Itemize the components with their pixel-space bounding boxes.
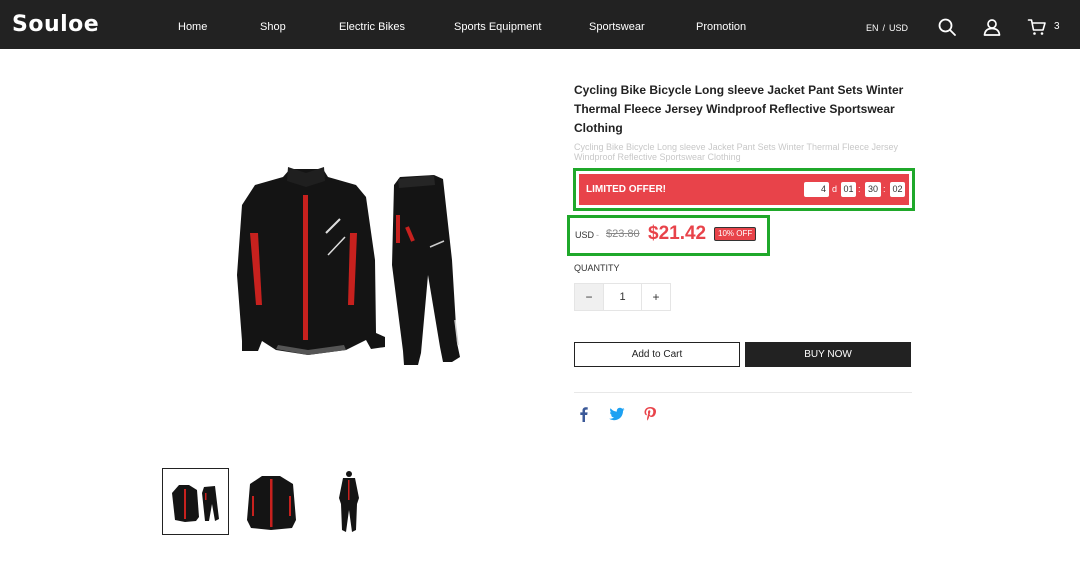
limited-offer-label: LIMITED OFFER! bbox=[586, 184, 666, 195]
nav-sports-equipment[interactable]: Sports Equipment bbox=[454, 20, 541, 34]
quantity-decrease-button[interactable]: − bbox=[574, 283, 604, 311]
countdown-seconds: 02 bbox=[890, 182, 905, 197]
countdown-days: 4 bbox=[804, 182, 829, 197]
price-highlight: USD - $23.80 $21.42 10% OFF bbox=[567, 215, 770, 256]
sale-price: $21.42 bbox=[648, 223, 707, 244]
countdown-days-unit: d bbox=[832, 184, 838, 194]
nav-shop[interactable]: Shop bbox=[260, 20, 286, 34]
limited-offer-banner: LIMITED OFFER! 4 d 01 : 30 : 02 bbox=[579, 174, 909, 205]
quantity-label: QUANTITY bbox=[574, 263, 620, 273]
thumbnail-set[interactable] bbox=[162, 468, 229, 535]
nav-promotion[interactable]: Promotion bbox=[696, 20, 746, 34]
store-logo[interactable]: Souloe bbox=[12, 13, 99, 37]
original-price: $23.80 bbox=[606, 228, 640, 240]
search-icon[interactable] bbox=[937, 17, 957, 37]
countdown-minutes: 30 bbox=[865, 182, 881, 197]
cart-icon[interactable] bbox=[1027, 17, 1047, 37]
price-dash: - bbox=[596, 230, 599, 240]
pinterest-icon[interactable] bbox=[642, 406, 658, 422]
language-label: EN bbox=[866, 23, 879, 33]
locale-separator: / bbox=[882, 23, 886, 33]
nav-sportswear[interactable]: Sportswear bbox=[589, 20, 645, 34]
countdown-hours: 01 bbox=[841, 182, 856, 197]
add-to-cart-button[interactable]: Add to Cart bbox=[574, 342, 740, 367]
nav-home[interactable]: Home bbox=[178, 20, 207, 34]
top-navigation-bar: Souloe Home Shop Electric Bikes Sports E… bbox=[0, 0, 1080, 49]
quantity-increase-button[interactable]: + bbox=[641, 283, 671, 311]
twitter-icon[interactable] bbox=[609, 406, 625, 422]
buy-now-button[interactable]: BUY NOW bbox=[745, 342, 911, 367]
limited-offer-highlight: LIMITED OFFER! 4 d 01 : 30 : 02 bbox=[573, 168, 915, 211]
discount-badge: 10% OFF bbox=[714, 227, 757, 241]
main-product-image bbox=[228, 155, 474, 375]
thumbnail-jacket[interactable] bbox=[238, 468, 305, 535]
facebook-icon[interactable] bbox=[576, 406, 592, 422]
product-title: Cycling Bike Bicycle Long sleeve Jacket … bbox=[574, 83, 904, 135]
quantity-input[interactable] bbox=[604, 283, 641, 311]
locale-switcher[interactable]: EN / USD bbox=[866, 22, 908, 34]
user-icon[interactable] bbox=[982, 17, 1002, 37]
currency-label: USD bbox=[889, 23, 909, 33]
nav-electric-bikes[interactable]: Electric Bikes bbox=[339, 20, 405, 34]
product-subtitle: Cycling Bike Bicycle Long sleeve Jacket … bbox=[574, 142, 898, 162]
countdown-separator: : bbox=[858, 184, 861, 194]
price-currency: USD bbox=[575, 230, 595, 240]
countdown-separator: : bbox=[883, 184, 886, 194]
cart-count-badge[interactable]: 3 bbox=[1054, 21, 1060, 33]
thumbnail-model[interactable] bbox=[315, 468, 382, 535]
divider bbox=[574, 392, 912, 393]
